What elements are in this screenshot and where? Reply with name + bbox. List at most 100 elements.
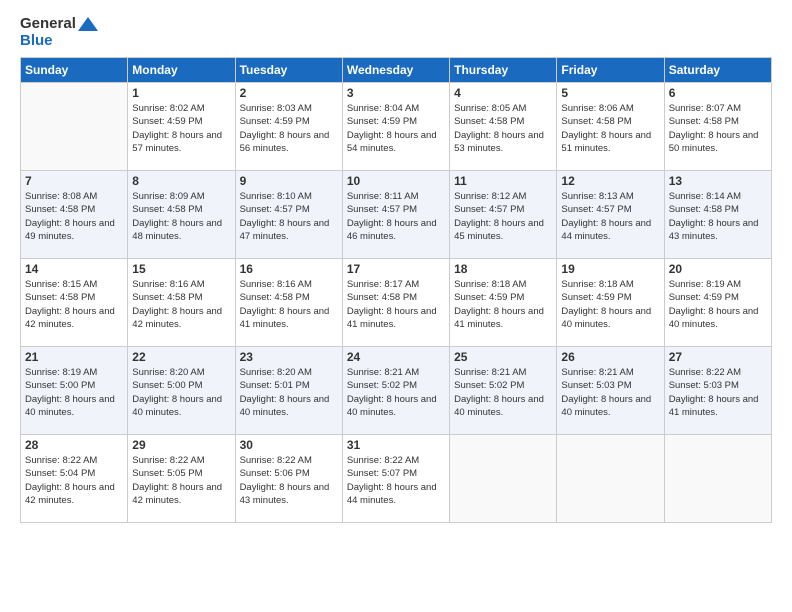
calendar-week-row: 14 Sunrise: 8:15 AMSunset: 4:58 PMDayligh… xyxy=(21,259,772,347)
calendar-header-row: SundayMondayTuesdayWednesdayThursdayFrid… xyxy=(21,58,772,83)
day-number: 29 xyxy=(132,438,230,452)
calendar-day-cell: 11 Sunrise: 8:12 AMSunset: 4:57 PMDayligh… xyxy=(450,171,557,259)
day-info: Sunrise: 8:22 AMSunset: 5:06 PMDaylight:… xyxy=(240,454,338,507)
calendar-day-cell: 26Sunrise: 8:21 AMSunset: 5:03 PMDayligh… xyxy=(557,347,664,435)
day-info: Sunrise: 8:16 AMSunset: 4:58 PMDaylight:… xyxy=(240,278,338,331)
day-number: 16 xyxy=(240,262,338,276)
day-number: 12 xyxy=(561,174,659,188)
calendar-header-tuesday: Tuesday xyxy=(235,58,342,83)
day-info: Sunrise: 8:22 AMSunset: 5:07 PMDaylight:… xyxy=(347,454,445,507)
day-info: Sunrise: 8:07 AMSunset: 4:58 PMDaylight:… xyxy=(669,102,767,155)
day-number: 1 xyxy=(132,86,230,100)
day-info: Sunrise: 8:22 AMSunset: 5:05 PMDaylight:… xyxy=(132,454,230,507)
calendar-day-cell: 6 Sunrise: 8:07 AMSunset: 4:58 PMDaylight… xyxy=(664,83,771,171)
day-number: 8 xyxy=(132,174,230,188)
logo-general: General xyxy=(20,16,98,33)
page: General Blue SundayMondayTuesdayWednesda… xyxy=(0,0,792,612)
logo-container: General Blue xyxy=(20,16,98,49)
day-info: Sunrise: 8:18 AMSunset: 4:59 PMDaylight:… xyxy=(454,278,552,331)
calendar-header-thursday: Thursday xyxy=(450,58,557,83)
day-info: Sunrise: 8:02 AMSunset: 4:59 PMDaylight:… xyxy=(132,102,230,155)
day-info: Sunrise: 8:10 AMSunset: 4:57 PMDaylight:… xyxy=(240,190,338,243)
day-info: Sunrise: 8:19 AMSunset: 5:00 PMDaylight:… xyxy=(25,366,123,419)
logo-blue: Blue xyxy=(20,33,98,50)
day-number: 6 xyxy=(669,86,767,100)
calendar-day-cell: 10Sunrise: 8:11 AMSunset: 4:57 PMDayligh… xyxy=(342,171,449,259)
calendar-day-cell xyxy=(450,435,557,523)
calendar-day-cell: 3 Sunrise: 8:04 AMSunset: 4:59 PMDaylight… xyxy=(342,83,449,171)
day-number: 9 xyxy=(240,174,338,188)
calendar-day-cell: 15 Sunrise: 8:16 AMSunset: 4:58 PMDayligh… xyxy=(128,259,235,347)
day-info: Sunrise: 8:03 AMSunset: 4:59 PMDaylight:… xyxy=(240,102,338,155)
day-info: Sunrise: 8:13 AMSunset: 4:57 PMDaylight:… xyxy=(561,190,659,243)
calendar-day-cell: 21 Sunrise: 8:19 AMSunset: 5:00 PMDayligh… xyxy=(21,347,128,435)
calendar-day-cell: 17Sunrise: 8:17 AMSunset: 4:58 PMDayligh… xyxy=(342,259,449,347)
day-number: 30 xyxy=(240,438,338,452)
day-number: 15 xyxy=(132,262,230,276)
day-info: Sunrise: 8:15 AMSunset: 4:58 PMDaylight:… xyxy=(25,278,123,331)
day-info: Sunrise: 8:22 AMSunset: 5:03 PMDaylight:… xyxy=(669,366,767,419)
day-info: Sunrise: 8:14 AMSunset: 4:58 PMDaylight:… xyxy=(669,190,767,243)
calendar-header-sunday: Sunday xyxy=(21,58,128,83)
day-info: Sunrise: 8:11 AMSunset: 4:57 PMDaylight:… xyxy=(347,190,445,243)
day-number: 14 xyxy=(25,262,123,276)
calendar-week-row: 21 Sunrise: 8:19 AMSunset: 5:00 PMDayligh… xyxy=(21,347,772,435)
day-number: 2 xyxy=(240,86,338,100)
day-number: 5 xyxy=(561,86,659,100)
day-info: Sunrise: 8:17 AMSunset: 4:58 PMDaylight:… xyxy=(347,278,445,331)
calendar-table: SundayMondayTuesdayWednesdayThursdayFrid… xyxy=(20,57,772,523)
calendar-day-cell: 28Sunrise: 8:22 AMSunset: 5:04 PMDayligh… xyxy=(21,435,128,523)
calendar-day-cell: 2 Sunrise: 8:03 AMSunset: 4:59 PMDaylight… xyxy=(235,83,342,171)
header: General Blue xyxy=(20,16,772,49)
day-info: Sunrise: 8:09 AMSunset: 4:58 PMDaylight:… xyxy=(132,190,230,243)
day-info: Sunrise: 8:04 AMSunset: 4:59 PMDaylight:… xyxy=(347,102,445,155)
calendar-day-cell: 29 Sunrise: 8:22 AMSunset: 5:05 PMDayligh… xyxy=(128,435,235,523)
calendar-week-row: 1 Sunrise: 8:02 AMSunset: 4:59 PMDaylight… xyxy=(21,83,772,171)
day-number: 22 xyxy=(132,350,230,364)
calendar-day-cell: 5Sunrise: 8:06 AMSunset: 4:58 PMDaylight… xyxy=(557,83,664,171)
day-number: 24 xyxy=(347,350,445,364)
calendar-day-cell: 23Sunrise: 8:20 AMSunset: 5:01 PMDayligh… xyxy=(235,347,342,435)
calendar-day-cell: 19Sunrise: 8:18 AMSunset: 4:59 PMDayligh… xyxy=(557,259,664,347)
day-number: 25 xyxy=(454,350,552,364)
day-info: Sunrise: 8:16 AMSunset: 4:58 PMDaylight:… xyxy=(132,278,230,331)
day-number: 3 xyxy=(347,86,445,100)
calendar-day-cell: 12 Sunrise: 8:13 AMSunset: 4:57 PMDayligh… xyxy=(557,171,664,259)
calendar-day-cell: 24 Sunrise: 8:21 AMSunset: 5:02 PMDayligh… xyxy=(342,347,449,435)
day-info: Sunrise: 8:22 AMSunset: 5:04 PMDaylight:… xyxy=(25,454,123,507)
day-number: 13 xyxy=(669,174,767,188)
day-number: 20 xyxy=(669,262,767,276)
day-info: Sunrise: 8:21 AMSunset: 5:02 PMDaylight:… xyxy=(347,366,445,419)
calendar-day-cell: 31 Sunrise: 8:22 AMSunset: 5:07 PMDayligh… xyxy=(342,435,449,523)
calendar-day-cell: 22 Sunrise: 8:20 AMSunset: 5:00 PMDayligh… xyxy=(128,347,235,435)
calendar-day-cell: 1 Sunrise: 8:02 AMSunset: 4:59 PMDaylight… xyxy=(128,83,235,171)
calendar-day-cell: 4 Sunrise: 8:05 AMSunset: 4:58 PMDaylight… xyxy=(450,83,557,171)
day-info: Sunrise: 8:21 AMSunset: 5:02 PMDaylight:… xyxy=(454,366,552,419)
calendar-day-cell: 25 Sunrise: 8:21 AMSunset: 5:02 PMDayligh… xyxy=(450,347,557,435)
calendar-day-cell: 16 Sunrise: 8:16 AMSunset: 4:58 PMDayligh… xyxy=(235,259,342,347)
day-info: Sunrise: 8:20 AMSunset: 5:01 PMDaylight:… xyxy=(240,366,338,419)
calendar-day-cell: 18Sunrise: 8:18 AMSunset: 4:59 PMDayligh… xyxy=(450,259,557,347)
day-info: Sunrise: 8:05 AMSunset: 4:58 PMDaylight:… xyxy=(454,102,552,155)
logo: General Blue xyxy=(20,16,98,49)
day-number: 4 xyxy=(454,86,552,100)
day-info: Sunrise: 8:12 AMSunset: 4:57 PMDaylight:… xyxy=(454,190,552,243)
day-number: 21 xyxy=(25,350,123,364)
calendar-week-row: 7Sunrise: 8:08 AMSunset: 4:58 PMDaylight… xyxy=(21,171,772,259)
calendar-day-cell: 27 Sunrise: 8:22 AMSunset: 5:03 PMDayligh… xyxy=(664,347,771,435)
day-number: 27 xyxy=(669,350,767,364)
day-info: Sunrise: 8:19 AMSunset: 4:59 PMDaylight:… xyxy=(669,278,767,331)
calendar-header-monday: Monday xyxy=(128,58,235,83)
calendar-week-row: 28Sunrise: 8:22 AMSunset: 5:04 PMDayligh… xyxy=(21,435,772,523)
day-number: 31 xyxy=(347,438,445,452)
calendar-day-cell xyxy=(21,83,128,171)
calendar-day-cell xyxy=(664,435,771,523)
day-info: Sunrise: 8:21 AMSunset: 5:03 PMDaylight:… xyxy=(561,366,659,419)
calendar-day-cell: 8 Sunrise: 8:09 AMSunset: 4:58 PMDaylight… xyxy=(128,171,235,259)
calendar-day-cell: 13 Sunrise: 8:14 AMSunset: 4:58 PMDayligh… xyxy=(664,171,771,259)
calendar-day-cell: 7Sunrise: 8:08 AMSunset: 4:58 PMDaylight… xyxy=(21,171,128,259)
calendar-header-friday: Friday xyxy=(557,58,664,83)
day-info: Sunrise: 8:20 AMSunset: 5:00 PMDaylight:… xyxy=(132,366,230,419)
day-number: 11 xyxy=(454,174,552,188)
calendar-header-saturday: Saturday xyxy=(664,58,771,83)
